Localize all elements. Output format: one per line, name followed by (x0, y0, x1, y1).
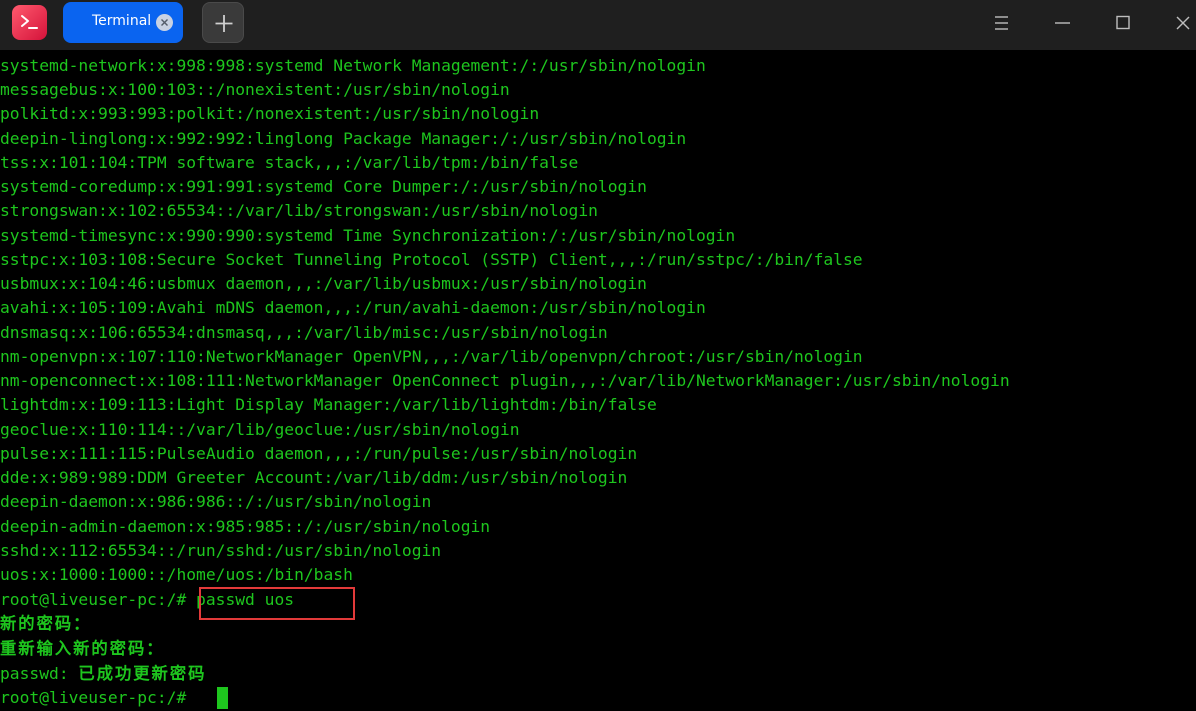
command-highlight-box (199, 587, 355, 620)
output-line: deepin-admin-daemon:x:985:985::/:/usr/sb… (0, 517, 491, 536)
output-line: systemd-timesync:x:990:990:systemd Time … (0, 226, 736, 245)
output-line: deepin-linglong:x:992:992:linglong Packa… (0, 129, 687, 148)
title-bar: Terminal (0, 0, 1196, 50)
minimize-icon (1055, 22, 1070, 24)
tab-terminal-label: Terminal (92, 13, 152, 29)
output-line: tss:x:101:104:TPM software stack,,,:/var… (0, 153, 579, 172)
retype-password-prompt: 重新输入新的密码： (0, 639, 165, 658)
output-line: sshd:x:112:65534::/run/sshd:/usr/sbin/no… (0, 541, 442, 560)
terminal-cursor (217, 687, 228, 709)
output-line: systemd-network:x:998:998:systemd Networ… (0, 56, 706, 75)
close-icon (1176, 16, 1190, 30)
output-line: lightdm:x:109:113:Light Display Manager:… (0, 395, 657, 414)
output-line: deepin-daemon:x:986:986::/:/usr/sbin/nol… (0, 492, 432, 511)
output-line: nm-openvpn:x:107:110:NetworkManager Open… (0, 347, 863, 366)
output-line: polkitd:x:993:993:polkit:/nonexistent:/u… (0, 104, 540, 123)
passwd-result-line: passwd: 已成功更新密码 (0, 662, 206, 686)
maximize-button[interactable] (1103, 5, 1143, 41)
minimize-button[interactable] (1042, 5, 1082, 41)
plus-icon (215, 15, 233, 32)
output-line: uos:x:1000:1000::/home/uos:/bin/bash (0, 565, 353, 584)
output-line: avahi:x:105:109:Avahi mDNS daemon,,,:/ru… (0, 298, 706, 317)
output-line: geoclue:x:110:114::/var/lib/geoclue:/usr… (0, 420, 520, 439)
terminal-window: Terminal systemd-network:x:998:998:syste… (0, 0, 1196, 711)
maximize-icon (1116, 15, 1130, 30)
output-line: pulse:x:111:115:PulseAudio daemon,,,:/ru… (0, 444, 638, 463)
shell-prompt: root@liveuser-pc:/# (0, 590, 197, 609)
menu-button[interactable] (981, 5, 1021, 41)
terminal-output[interactable]: systemd-network:x:998:998:systemd Networ… (0, 54, 1196, 711)
output-line: strongswan:x:102:65534::/var/lib/strongs… (0, 201, 598, 220)
output-line: dnsmasq:x:106:65534:dnsmasq,,,:/var/lib/… (0, 323, 608, 342)
passwd-result-message: 已成功更新密码 (78, 664, 207, 683)
active-prompt-line[interactable]: root@liveuser-pc:/# (0, 686, 196, 710)
output-line: usbmux:x:104:46:usbmux daemon,,,:/var/li… (0, 274, 647, 293)
output-line: systemd-coredump:x:991:991:systemd Core … (0, 177, 647, 196)
terminal-app-icon (12, 5, 47, 40)
output-line: messagebus:x:100:103::/nonexistent:/usr/… (0, 80, 510, 99)
passwd-result-prefix: passwd: (0, 664, 79, 683)
shell-prompt: root@liveuser-pc:/# (0, 688, 197, 707)
menu-icon (995, 16, 1008, 30)
new-tab-button[interactable] (202, 2, 244, 43)
output-line: dde:x:989:989:DDM Greeter Account:/var/l… (0, 468, 628, 487)
new-password-prompt: 新的密码： (0, 614, 92, 633)
close-window-button[interactable] (1163, 5, 1196, 41)
output-line: nm-openconnect:x:108:111:NetworkManager … (0, 371, 1010, 390)
tab-terminal[interactable]: Terminal (63, 2, 183, 43)
tab-close-icon[interactable] (156, 14, 173, 31)
output-line: sstpc:x:103:108:Secure Socket Tunneling … (0, 250, 863, 269)
